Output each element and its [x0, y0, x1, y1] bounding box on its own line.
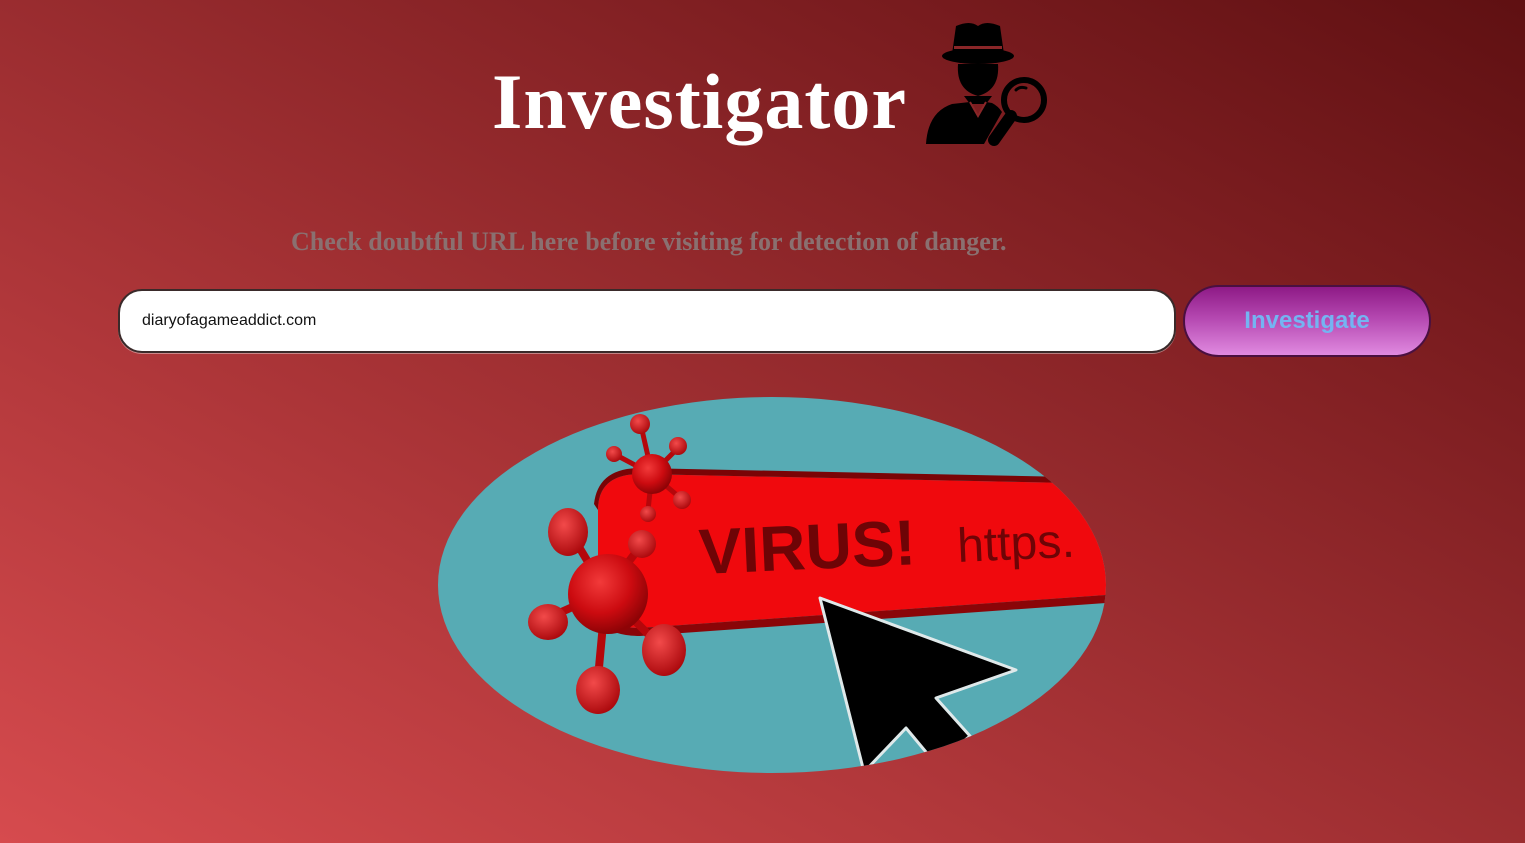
page-title: Investigator	[492, 58, 907, 145]
url-search-input[interactable]	[118, 289, 1176, 353]
page-subtitle: Check doubtful URL here before visiting …	[291, 227, 1007, 256]
banner-virus-text: VIRUS!	[697, 506, 917, 588]
virus-alert-illustration: VIRUS! https.	[438, 397, 1106, 773]
banner-url-text: https.	[956, 515, 1076, 573]
detective-icon	[926, 23, 1047, 146]
investigate-button[interactable]: Investigate	[1183, 285, 1431, 357]
